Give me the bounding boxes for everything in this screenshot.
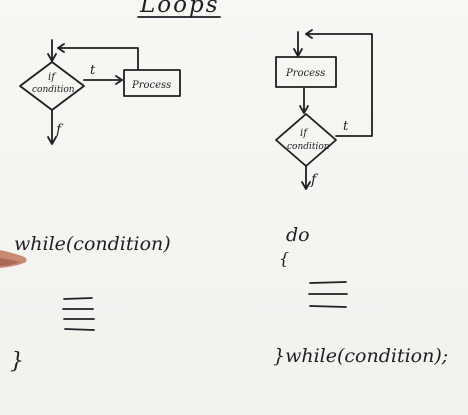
while-true-label: t bbox=[90, 63, 96, 78]
while-body-line-1 bbox=[63, 297, 93, 300]
while-body-lines bbox=[62, 297, 95, 331]
dowhile-open-brace: { bbox=[279, 249, 289, 268]
dowhile-process-label: Process bbox=[285, 68, 325, 79]
page-title: Loops bbox=[139, 0, 220, 18]
dowhile-condition-diamond bbox=[275, 113, 337, 167]
do-while-flowchart: t Process if condition f bbox=[275, 29, 373, 190]
while-flowchart: if condition t Process f bbox=[19, 39, 181, 145]
while-header-text: while(condition) bbox=[14, 233, 171, 255]
while-loopback-line bbox=[57, 47, 139, 71]
dowhile-true-label: t bbox=[343, 119, 349, 134]
dowhile-false-label: f bbox=[310, 172, 319, 188]
while-close-brace: } bbox=[10, 349, 24, 374]
dowhile-condition-label: condition bbox=[287, 142, 330, 152]
while-condition-label-if: if bbox=[48, 72, 57, 83]
do-while-code: do { }while(condition); bbox=[273, 224, 448, 367]
while-body-line-4 bbox=[64, 328, 95, 331]
whiteboard-drawing: Loops if condition t Process f t Process… bbox=[0, 0, 448, 374]
dowhile-body-lines bbox=[308, 281, 348, 308]
dowhile-body-line-3 bbox=[309, 305, 347, 308]
whiteboard: Loops if condition t Process f t Process… bbox=[0, 0, 468, 415]
dowhile-loopback-line bbox=[305, 33, 373, 137]
dowhile-do-text: do bbox=[286, 224, 310, 246]
while-process-label: Process bbox=[131, 80, 171, 91]
dowhile-footer-text: }while(condition); bbox=[273, 345, 448, 367]
dowhile-condition-label-if: if bbox=[300, 128, 309, 139]
while-condition-label: condition bbox=[32, 85, 75, 95]
while-false-label: f bbox=[55, 122, 64, 138]
while-code: while(condition) } bbox=[10, 233, 171, 374]
dowhile-body-line-1 bbox=[309, 281, 347, 284]
